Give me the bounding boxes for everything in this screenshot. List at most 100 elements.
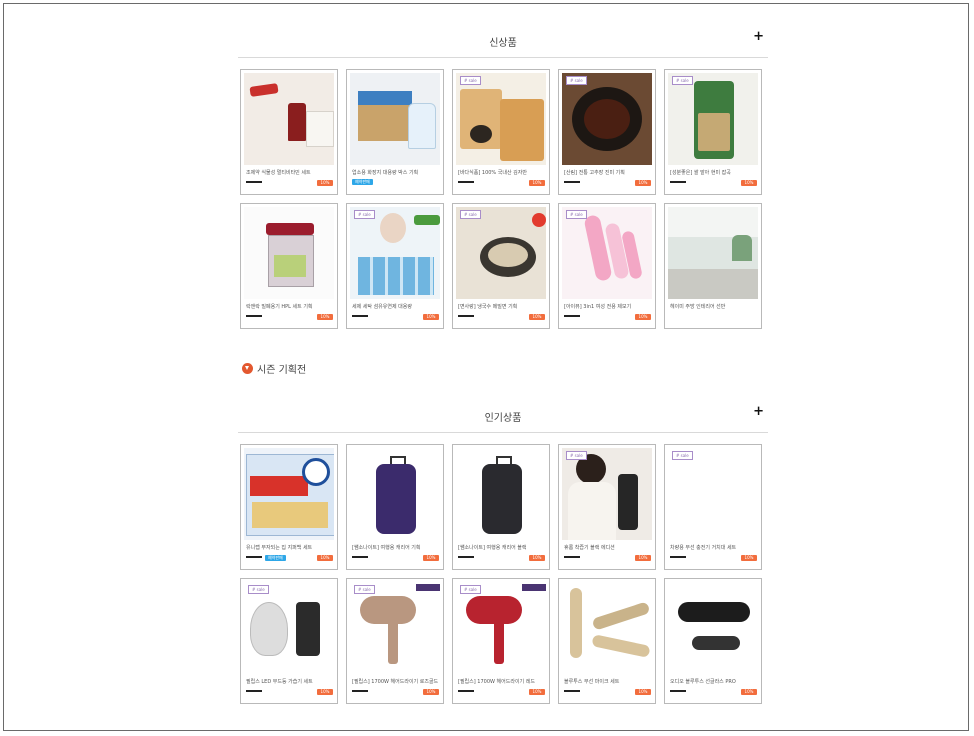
product-card[interactable]: [쌤소나이트] 여행용 캐리어 기획 10% [346, 444, 444, 570]
product-card[interactable]: # sale [필립스] 1700W 헤어드라이기 로즈골드 10% [346, 578, 444, 704]
product-card[interactable]: # sale [산림] 전통 고추장 진미 기획 10% [558, 69, 656, 195]
product-thumbnail[interactable]: # sale [668, 448, 758, 540]
new-products-section: 신상품 + 조제약 식물성 멀티비타민 세트 10% 업소용 화장지 대용량 박… [238, 27, 768, 343]
sale-tag: # sale [460, 210, 481, 219]
product-thumbnail[interactable]: # sale [456, 582, 546, 674]
product-card[interactable]: # sale [성분좋은] 쌀 발아 현미 잡곡 10% [664, 69, 762, 195]
season-label[interactable]: 시즌 기획전 [257, 361, 306, 376]
product-card[interactable]: # sale 필립스 LED 무드등 가습기 세트 10% [240, 578, 338, 704]
price-mark [564, 181, 580, 183]
sale-tag: # sale [248, 585, 269, 594]
sale-tag: # sale [354, 585, 375, 594]
product-thumbnail[interactable]: # sale [562, 73, 652, 165]
product-card[interactable]: # sale [아이뷰] 3in1 여성 전용 제모기 10% [558, 203, 656, 329]
product-name[interactable]: [산림] 전통 고추장 진미 기획 [564, 169, 651, 176]
product-name[interactable]: [바다식품] 100% 국내산 김자반 [458, 169, 545, 176]
sale-badge: 10% [741, 555, 757, 561]
season-badge-icon [242, 363, 253, 374]
reservation-badge: 예약판매 [265, 555, 286, 561]
product-card[interactable]: # sale [바다식품] 100% 국내산 김자반 10% [452, 69, 550, 195]
product-name[interactable]: 락앤락 밀폐용기 HPL 세트 기획 [246, 303, 333, 310]
product-card[interactable]: # sale 세제 세탁 섬유유연제 대용량 10% [346, 203, 444, 329]
product-name[interactable]: 헤이미 주방 인테리어 선반 [670, 303, 757, 310]
sale-badge: 10% [317, 180, 333, 186]
product-name[interactable]: 차량용 무선 충전기 거치대 세트 [670, 544, 757, 551]
product-name[interactable]: 오디오 블루투스 선글라스 PRO [670, 678, 757, 685]
price-mark [564, 315, 580, 317]
product-thumbnail[interactable] [668, 582, 758, 674]
price-mark [352, 315, 368, 317]
section-header: 인기상품 + [238, 402, 768, 433]
product-name[interactable]: [필립스] 1700W 헤어드라이기 레드 [458, 678, 545, 685]
sale-tag: # sale [460, 76, 481, 85]
price-mark [458, 556, 474, 558]
product-thumbnail[interactable]: # sale [244, 582, 334, 674]
price-mark [352, 690, 368, 692]
product-thumbnail[interactable] [244, 73, 334, 165]
product-thumbnail[interactable] [350, 448, 440, 540]
product-thumbnail[interactable] [350, 73, 440, 165]
product-thumbnail[interactable]: # sale [350, 582, 440, 674]
product-name[interactable]: [필립스] 1700W 헤어드라이기 로즈골드 [352, 678, 439, 685]
product-name[interactable]: 업소용 화장지 대용량 박스 기획 [352, 169, 439, 176]
sale-tag: # sale [566, 210, 587, 219]
product-thumbnail[interactable]: # sale [562, 207, 652, 299]
section-title: 신상품 [489, 38, 517, 49]
sale-badge: 10% [529, 689, 545, 695]
product-card[interactable]: 조제약 식물성 멀티비타민 세트 10% [240, 69, 338, 195]
product-name[interactable]: 세제 세탁 섬유유연제 대용량 [352, 303, 439, 310]
price-mark [458, 690, 474, 692]
sale-badge: 10% [317, 555, 333, 561]
price-mark [246, 556, 262, 558]
product-name[interactable]: [쌤소나이트] 여행용 캐리어 블랙 [458, 544, 545, 551]
product-name[interactable]: [성분좋은] 쌀 발아 현미 잡곡 [670, 169, 757, 176]
product-grid: 유니랩 부자되는 집 지퍼백 세트 예약판매 10% [쌤소나이트] 여행용 캐… [240, 444, 762, 704]
sale-tag: # sale [354, 210, 375, 219]
product-thumbnail[interactable] [244, 448, 334, 540]
price-mark [670, 556, 686, 558]
section-title: 인기상품 [484, 413, 522, 424]
sale-badge: 10% [317, 689, 333, 695]
product-card[interactable]: 락앤락 밀폐용기 HPL 세트 기획 10% [240, 203, 338, 329]
product-name[interactable]: 필립스 LED 무드등 가습기 세트 [246, 678, 333, 685]
sale-badge: 10% [529, 314, 545, 320]
product-card[interactable]: # sale 차량용 무선 충전기 거치대 세트 10% [664, 444, 762, 570]
product-card[interactable]: [쌤소나이트] 여행용 캐리어 블랙 10% [452, 444, 550, 570]
sale-tag: # sale [566, 76, 587, 85]
sale-tag: # sale [566, 451, 587, 460]
more-plus-button[interactable]: + [753, 30, 764, 43]
product-name[interactable]: 조제약 식물성 멀티비타민 세트 [246, 169, 333, 176]
product-thumbnail[interactable]: # sale [456, 73, 546, 165]
season-promo-link[interactable]: 시즌 기획전 [242, 361, 306, 376]
product-thumbnail[interactable] [562, 582, 652, 674]
sale-badge: 10% [529, 180, 545, 186]
product-name[interactable]: [면사랑] 냉국수 메밀면 기획 [458, 303, 545, 310]
sale-badge: 10% [529, 555, 545, 561]
product-card[interactable]: 업소용 화장지 대용량 박스 기획 예약판매 [346, 69, 444, 195]
price-mark [564, 556, 580, 558]
product-thumbnail[interactable]: # sale [562, 448, 652, 540]
product-name[interactable]: 블루투스 무선 마이크 세트 [564, 678, 651, 685]
product-thumbnail[interactable]: # sale [668, 73, 758, 165]
product-name[interactable]: [쌤소나이트] 여행용 캐리어 기획 [352, 544, 439, 551]
product-card[interactable]: 블루투스 무선 마이크 세트 10% [558, 578, 656, 704]
product-card[interactable]: # sale [필립스] 1700W 헤어드라이기 레드 10% [452, 578, 550, 704]
product-thumbnail[interactable]: # sale [456, 207, 546, 299]
more-plus-button[interactable]: + [753, 405, 764, 418]
product-name[interactable]: 휴롬 착즙기 블랙 에디션 [564, 544, 651, 551]
product-thumbnail[interactable] [668, 207, 758, 299]
sale-badge: 10% [635, 555, 651, 561]
product-name[interactable]: 유니랩 부자되는 집 지퍼백 세트 [246, 544, 333, 551]
product-thumbnail[interactable] [244, 207, 334, 299]
product-card[interactable]: 오디오 블루투스 선글라스 PRO 10% [664, 578, 762, 704]
sale-tag: # sale [672, 76, 693, 85]
product-card[interactable]: 헤이미 주방 인테리어 선반 [664, 203, 762, 329]
product-name[interactable]: [아이뷰] 3in1 여성 전용 제모기 [564, 303, 651, 310]
product-card[interactable]: 유니랩 부자되는 집 지퍼백 세트 예약판매 10% [240, 444, 338, 570]
reservation-badge: 예약판매 [352, 179, 373, 185]
product-card[interactable]: # sale 휴롬 착즙기 블랙 에디션 10% [558, 444, 656, 570]
section-header: 신상품 + [238, 27, 768, 58]
product-card[interactable]: # sale [면사랑] 냉국수 메밀면 기획 10% [452, 203, 550, 329]
product-thumbnail[interactable]: # sale [350, 207, 440, 299]
product-thumbnail[interactable] [456, 448, 546, 540]
